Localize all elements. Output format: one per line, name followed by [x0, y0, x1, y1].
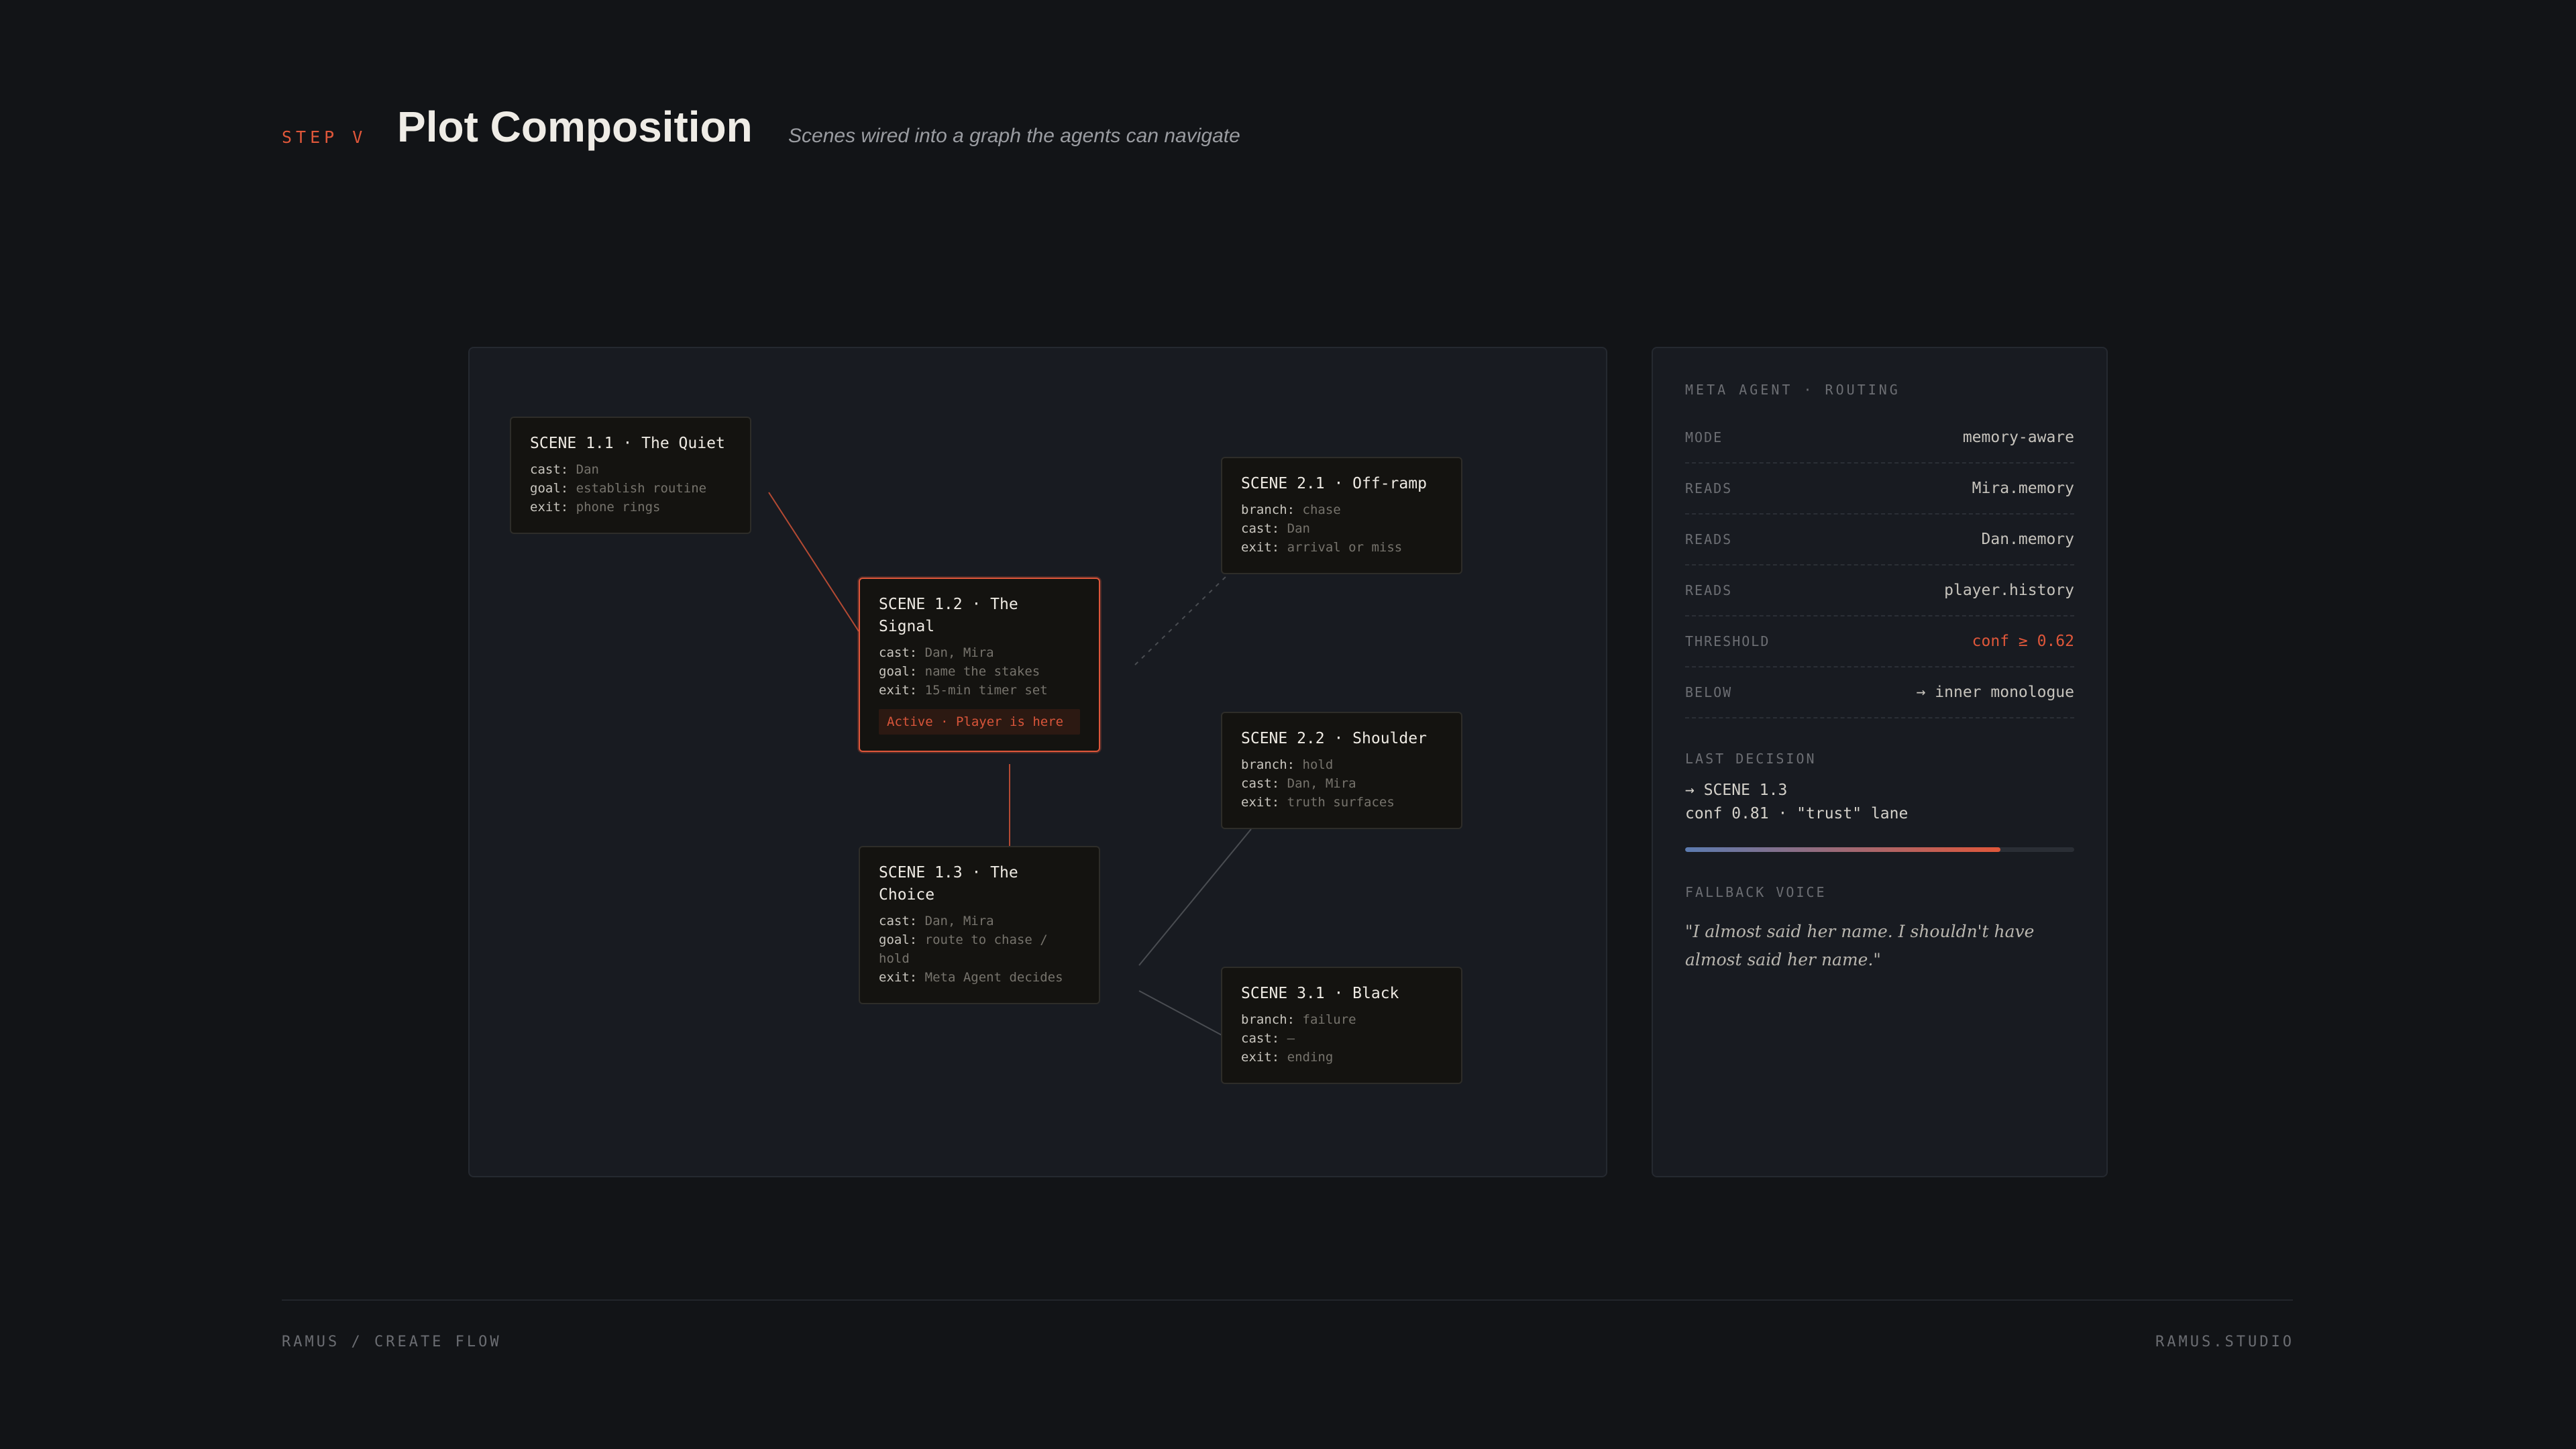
meta-row-key: THRESHOLD: [1685, 633, 1770, 649]
meta-row-key: READS: [1685, 480, 1733, 496]
scene-node-3-1[interactable]: SCENE 3.1 · Black branch: failure cast: …: [1221, 967, 1462, 1084]
meta-row-value: Dan.memory: [1981, 531, 2074, 548]
scene-field-exit: exit: arrival or miss: [1241, 540, 1403, 555]
fallback-voice-quote: "I almost said her name. I shouldn't hav…: [1685, 922, 2035, 969]
scene-field-cast: cast: –: [1241, 1031, 1295, 1046]
scene-graph-panel: SCENE 1.1 · The Quiet cast: Dan goal: es…: [468, 347, 1607, 1177]
scene-field-goal: goal: name the stakes: [879, 664, 1040, 679]
scene-node-2-1[interactable]: SCENE 2.1 · Off-ramp branch: chase cast:…: [1221, 457, 1462, 574]
edge-s13-s31: [1138, 990, 1224, 1036]
edge-s13-s22: [1138, 828, 1252, 966]
footer-breadcrumb: RAMUS / CREATE FLOW: [282, 1334, 502, 1350]
meta-row-value: player.history: [1944, 582, 2074, 599]
meta-row-value: conf ≥ 0.62: [1972, 633, 2074, 650]
scene-field-cast: cast: Dan: [530, 462, 599, 477]
scene-field-goal: goal: route to chase / hold: [879, 932, 1048, 966]
meta-agent-panel: META AGENT · ROUTING MODE memory-aware R…: [1652, 347, 2108, 1177]
scene-field-cast: cast: Dan, Mira: [879, 914, 994, 928]
scene-field-exit: exit: ending: [1241, 1050, 1334, 1065]
scene-title: SCENE 3.1 · Black: [1241, 985, 1399, 1002]
scene-field-exit: exit: phone rings: [530, 500, 661, 515]
meta-agent-heading: META AGENT · ROUTING: [1685, 382, 1900, 398]
scene-title: SCENE 1.3 · The Choice: [879, 864, 1018, 904]
edge-s12-s21: [1134, 576, 1227, 665]
scene-node-2-2[interactable]: SCENE 2.2 · Shoulder branch: hold cast: …: [1221, 712, 1462, 829]
meta-row-key: BELOW: [1685, 684, 1733, 700]
confidence-bar-fill: [1685, 847, 2000, 852]
scene-field-exit: exit: Meta Agent decides: [879, 970, 1063, 985]
meta-row-reads: READS Mira.memory: [1685, 464, 2074, 515]
scene-field-branch: branch: chase: [1241, 502, 1341, 517]
meta-row-key: READS: [1685, 582, 1733, 598]
scene-node-1-1[interactable]: SCENE 1.1 · The Quiet cast: Dan goal: es…: [510, 417, 751, 534]
meta-row-value: memory-aware: [1962, 429, 2074, 446]
meta-row-key: READS: [1685, 531, 1733, 547]
scene-field-cast: cast: Dan, Mira: [879, 645, 994, 660]
step-label: STEP V: [282, 127, 367, 147]
page-title: Plot Composition: [397, 103, 753, 151]
last-decision: → SCENE 1.3 conf 0.81 · "trust" lane: [1685, 779, 2074, 826]
meta-row-value: Mira.memory: [1972, 480, 2074, 497]
page-subtitle: Scenes wired into a graph the agents can…: [788, 125, 1240, 147]
meta-row-reads: READS player.history: [1685, 566, 2074, 616]
meta-row-mode: MODE memory-aware: [1685, 413, 2074, 464]
decision-target: → SCENE 1.3: [1685, 782, 1788, 799]
scene-field-branch: branch: hold: [1241, 757, 1334, 772]
scene-field-exit: exit: truth surfaces: [1241, 795, 1395, 810]
footer-brand: RAMUS.STUDIO: [2155, 1334, 2294, 1350]
scene-node-1-3[interactable]: SCENE 1.3 · The Choice cast: Dan, Mira g…: [859, 846, 1100, 1004]
edge-s11-s12: [768, 492, 859, 632]
scene-field-exit: exit: 15-min timer set: [879, 683, 1048, 698]
last-decision-label: LAST DECISION: [1685, 751, 1817, 767]
scene-node-1-2[interactable]: SCENE 1.2 · The Signal cast: Dan, Mira g…: [859, 578, 1100, 752]
meta-row-below: BELOW → inner monologue: [1685, 667, 2074, 718]
decision-confidence: conf 0.81 · "trust" lane: [1685, 805, 1909, 822]
fallback-voice-label: FALLBACK VOICE: [1685, 884, 1827, 900]
meta-row-value: → inner monologue: [1916, 684, 2074, 701]
scene-field-goal: goal: establish routine: [530, 481, 707, 496]
meta-row-threshold: THRESHOLD conf ≥ 0.62: [1685, 616, 2074, 667]
scene-title: SCENE 2.1 · Off-ramp: [1241, 475, 1427, 492]
scene-title: SCENE 2.2 · Shoulder: [1241, 730, 1427, 747]
meta-row-reads: READS Dan.memory: [1685, 515, 2074, 566]
scene-field-cast: cast: Dan, Mira: [1241, 776, 1356, 791]
scene-field-branch: branch: failure: [1241, 1012, 1356, 1027]
scene-field-cast: cast: Dan: [1241, 521, 1310, 536]
active-scene-badge: Active · Player is here: [879, 709, 1080, 735]
scene-title: SCENE 1.1 · The Quiet: [530, 435, 725, 452]
footer-divider: [282, 1299, 2293, 1301]
scene-title: SCENE 1.2 · The Signal: [879, 596, 1018, 635]
meta-row-key: MODE: [1685, 429, 1723, 445]
confidence-bar: [1685, 847, 2074, 852]
